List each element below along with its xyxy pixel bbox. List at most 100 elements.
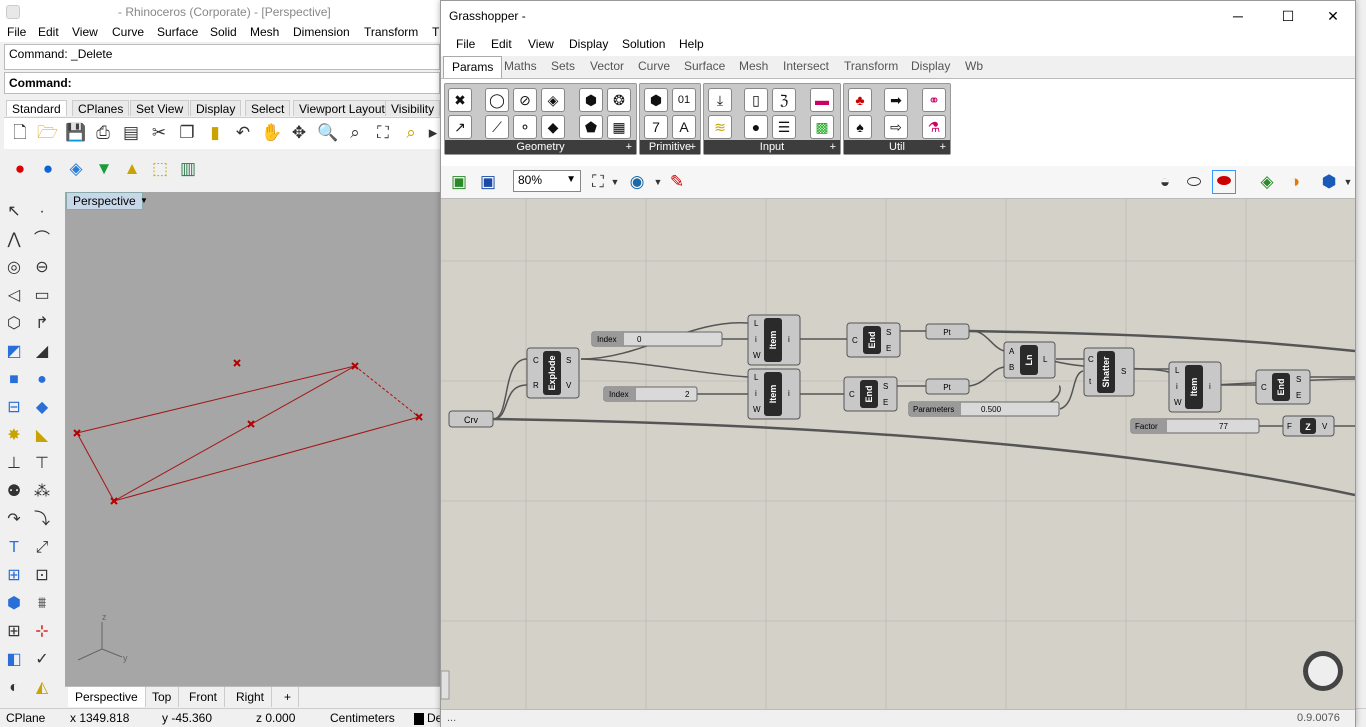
toggle-input-icon[interactable]: ℨ bbox=[772, 88, 796, 112]
box-icon[interactable]: ■ bbox=[4, 370, 24, 390]
vector-param-icon[interactable]: ↗ bbox=[448, 115, 472, 139]
render-sphere-icon[interactable]: ● bbox=[10, 159, 30, 179]
light-cone-icon[interactable]: ▲ bbox=[122, 159, 142, 179]
preview-eye-icon[interactable]: ◉ bbox=[627, 172, 647, 192]
line-param-icon[interactable]: ⟋ bbox=[485, 115, 509, 139]
matrix-input-icon[interactable]: ▩ bbox=[810, 115, 834, 139]
rhino-menu-dimension[interactable]: Dimension bbox=[293, 25, 350, 39]
curve-icon[interactable]: ⌒ bbox=[32, 230, 52, 250]
gh-menu-help[interactable]: Help bbox=[679, 37, 704, 51]
cherry-picker-icon[interactable]: ♣ bbox=[848, 88, 872, 112]
new-file-icon[interactable]: 🗋 bbox=[10, 123, 30, 143]
grid-icon[interactable]: ⊞ bbox=[4, 622, 24, 642]
mesh-plane-icon[interactable]: ◆ bbox=[32, 398, 52, 418]
viewport-tab-add[interactable]: + bbox=[277, 687, 300, 707]
gh-tab-surface[interactable]: Surface bbox=[684, 59, 725, 73]
cluster-icon[interactable]: ⚭ bbox=[922, 88, 946, 112]
render-shade-icon[interactable]: ◐ bbox=[4, 678, 24, 698]
panel-primitive-label[interactable]: Primitive + bbox=[640, 140, 700, 154]
geometry-param-icon[interactable]: ✖ bbox=[448, 88, 472, 112]
minimize-icon[interactable]: ─ bbox=[1223, 5, 1253, 27]
surface-param-icon[interactable]: ◈ bbox=[541, 88, 565, 112]
zoom-dropdown-icon[interactable]: ▼ bbox=[605, 172, 625, 192]
gh-tab-maths[interactable]: Maths bbox=[504, 59, 537, 73]
boolean-param-icon[interactable]: ⬢ bbox=[644, 88, 668, 112]
gh-tab-mesh[interactable]: Mesh bbox=[739, 59, 768, 73]
panel-expand-icon[interactable]: + bbox=[690, 140, 696, 154]
gh-menu-edit[interactable]: Edit bbox=[491, 37, 512, 51]
gh-tab-intersect[interactable]: Intersect bbox=[783, 59, 829, 73]
brep-param-icon[interactable]: ⬢ bbox=[579, 88, 603, 112]
layer-icon[interactable]: ◧ bbox=[4, 650, 24, 670]
viewport-tab-top[interactable]: Top bbox=[145, 687, 180, 707]
viewport-tab-front[interactable]: Front bbox=[182, 687, 226, 707]
cut-icon[interactable]: ✂ bbox=[149, 123, 169, 143]
rotate-view-icon[interactable]: ✥ bbox=[289, 123, 309, 143]
preview-dropdown-icon[interactable]: ▼ bbox=[648, 172, 668, 192]
data-dam-icon[interactable]: ♠ bbox=[848, 115, 872, 139]
array-icon[interactable]: ⊞ bbox=[4, 566, 24, 586]
select-arrow-icon[interactable]: ↖ bbox=[4, 202, 24, 222]
text-param-icon[interactable]: A bbox=[672, 115, 696, 139]
gh-tab-vector[interactable]: Vector bbox=[590, 59, 624, 73]
close-icon[interactable]: ✕ bbox=[1318, 5, 1348, 27]
gh-tab-sets[interactable]: Sets bbox=[551, 59, 575, 73]
preview-selected-icon[interactable]: ⬬ bbox=[1212, 170, 1236, 194]
save-doc-icon[interactable]: ▣ bbox=[478, 172, 498, 192]
copy-icon[interactable]: ❐ bbox=[177, 123, 197, 143]
gradient-input-icon[interactable]: ▬ bbox=[810, 88, 834, 112]
dimension-icon[interactable]: ⤢ bbox=[32, 538, 52, 558]
toolbar-tab-display[interactable]: Display bbox=[190, 100, 242, 116]
gh-tab-curve[interactable]: Curve bbox=[638, 59, 670, 73]
cylinder-icon[interactable]: ⊟ bbox=[4, 398, 24, 418]
toolbar-tab-standard[interactable]: Standard bbox=[6, 100, 67, 116]
rhino-menu-surface[interactable]: Surface bbox=[157, 25, 198, 39]
jump-arrow-icon[interactable]: ⇨ bbox=[884, 115, 908, 139]
viewport-tab-right[interactable]: Right bbox=[229, 687, 273, 707]
open-file-icon[interactable]: 🗁 bbox=[37, 123, 58, 143]
material-sphere-icon[interactable]: ● bbox=[38, 159, 58, 179]
control-point[interactable] bbox=[415, 413, 423, 421]
rhino-menu-solid[interactable]: Solid bbox=[210, 25, 237, 39]
viewport-tab-perspective[interactable]: Perspective bbox=[68, 687, 146, 707]
rhino-menu-curve[interactable]: Curve bbox=[112, 25, 144, 39]
panel-geometry-label[interactable]: Geometry + bbox=[445, 140, 636, 154]
block-icon[interactable]: ⬢ bbox=[4, 594, 24, 614]
command-prompt[interactable]: Command: bbox=[4, 72, 440, 94]
split-icon[interactable]: ⊥ bbox=[4, 454, 24, 474]
control-knob-icon[interactable]: ● bbox=[744, 115, 768, 139]
open-doc-icon[interactable]: ▣ bbox=[449, 172, 469, 192]
toolbar-tab-viewport-layout[interactable]: Viewport Layout bbox=[293, 100, 391, 116]
viewport-title[interactable]: Perspective bbox=[66, 192, 143, 210]
extrude-curve-icon[interactable]: ◢ bbox=[32, 342, 52, 362]
gh-menu-file[interactable]: File bbox=[456, 37, 475, 51]
panel-input-label[interactable]: Input + bbox=[704, 140, 840, 154]
toolbar-tab-set-view[interactable]: Set View bbox=[130, 100, 190, 116]
toolbar-tab-select[interactable]: Select bbox=[245, 100, 291, 116]
twist-icon[interactable]: ⤵ bbox=[32, 510, 52, 530]
solid-union-icon[interactable]: ● bbox=[32, 370, 52, 390]
status-cplane[interactable]: CPlane bbox=[6, 711, 45, 725]
preview-shaded-icon[interactable]: ⬭ bbox=[1184, 172, 1204, 192]
arc-icon[interactable]: ◁ bbox=[4, 286, 24, 306]
integer-param-icon[interactable]: 01 bbox=[672, 88, 696, 112]
panel-expand-icon[interactable]: + bbox=[940, 140, 946, 154]
environment-icon[interactable]: ◈ bbox=[66, 159, 86, 179]
toolbar-tab-cplanes[interactable]: CPlanes bbox=[72, 100, 130, 116]
panel-expand-icon[interactable]: + bbox=[830, 140, 836, 154]
panel-util-label[interactable]: Util + bbox=[844, 140, 950, 154]
rhino-menu-edit[interactable]: Edit bbox=[38, 25, 59, 39]
pan-hand-icon[interactable]: ✋ bbox=[261, 123, 282, 143]
plane-param-icon[interactable]: ◆ bbox=[541, 115, 565, 139]
check-icon[interactable]: ✓ bbox=[32, 650, 52, 670]
preview-wire-icon[interactable]: ◒ bbox=[1155, 172, 1175, 192]
properties-icon[interactable]: ▤ bbox=[121, 123, 141, 143]
mesh-param-icon[interactable]: ❂ bbox=[607, 88, 631, 112]
circle-icon[interactable]: ◎ bbox=[4, 258, 24, 278]
zoom-extents-icon[interactable]: ⛶ bbox=[373, 123, 393, 143]
gh-tab-transform[interactable]: Transform bbox=[844, 59, 898, 73]
polygon-icon[interactable]: ⬡ bbox=[4, 314, 24, 334]
rectangle-icon[interactable]: ▭ bbox=[32, 286, 52, 306]
gh-tab-params[interactable]: Params bbox=[443, 56, 503, 78]
flask-icon[interactable]: ⚗ bbox=[922, 115, 946, 139]
